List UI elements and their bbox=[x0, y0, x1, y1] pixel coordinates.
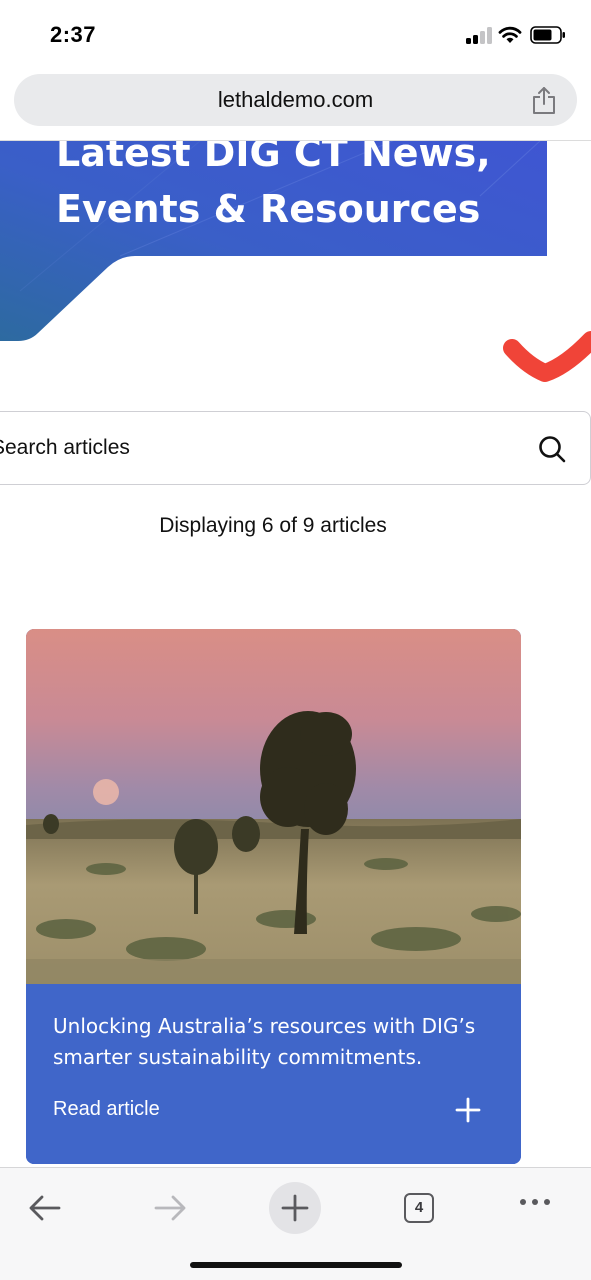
forward-arrow-icon[interactable] bbox=[144, 1182, 196, 1234]
new-tab-button[interactable] bbox=[269, 1182, 321, 1234]
signal-icon bbox=[466, 26, 494, 44]
article-card[interactable]: Unlocking Australia’s resources with DIG… bbox=[26, 629, 521, 1164]
red-check-decoration bbox=[503, 331, 591, 382]
article-image bbox=[26, 629, 521, 984]
home-indicator[interactable] bbox=[190, 1262, 402, 1268]
hero-title-line-2: Events & Resources bbox=[56, 187, 481, 231]
more-icon[interactable] bbox=[509, 1182, 561, 1234]
new-tab-icon bbox=[281, 1194, 309, 1222]
status-time: 2:37 bbox=[50, 22, 97, 47]
tabs-button[interactable]: 4 bbox=[391, 1182, 443, 1234]
read-article-link[interactable]: Read article bbox=[53, 1098, 160, 1121]
results-count: Displaying 6 of 9 articles bbox=[159, 514, 387, 537]
article-title[interactable]: Unlocking Australia’s resources with DIG… bbox=[53, 1011, 493, 1073]
status-bar: 2:37 bbox=[0, 0, 591, 70]
wifi-icon bbox=[498, 26, 522, 43]
article-card-body: Unlocking Australia’s resources with DIG… bbox=[26, 984, 521, 1164]
address-bar[interactable]: lethaldemo.com bbox=[14, 74, 577, 126]
share-icon[interactable] bbox=[531, 85, 557, 115]
search-input[interactable] bbox=[0, 412, 511, 484]
back-arrow-icon[interactable] bbox=[19, 1182, 71, 1234]
hero-title-line-1: Latest DIG CT News, bbox=[56, 141, 491, 175]
plus-icon[interactable] bbox=[455, 1097, 481, 1123]
url-text[interactable]: lethaldemo.com bbox=[14, 74, 577, 126]
search-icon[interactable] bbox=[537, 434, 567, 464]
tabs-icon: 4 bbox=[404, 1193, 434, 1223]
search-box[interactable] bbox=[0, 411, 591, 485]
battery-icon bbox=[530, 26, 565, 44]
